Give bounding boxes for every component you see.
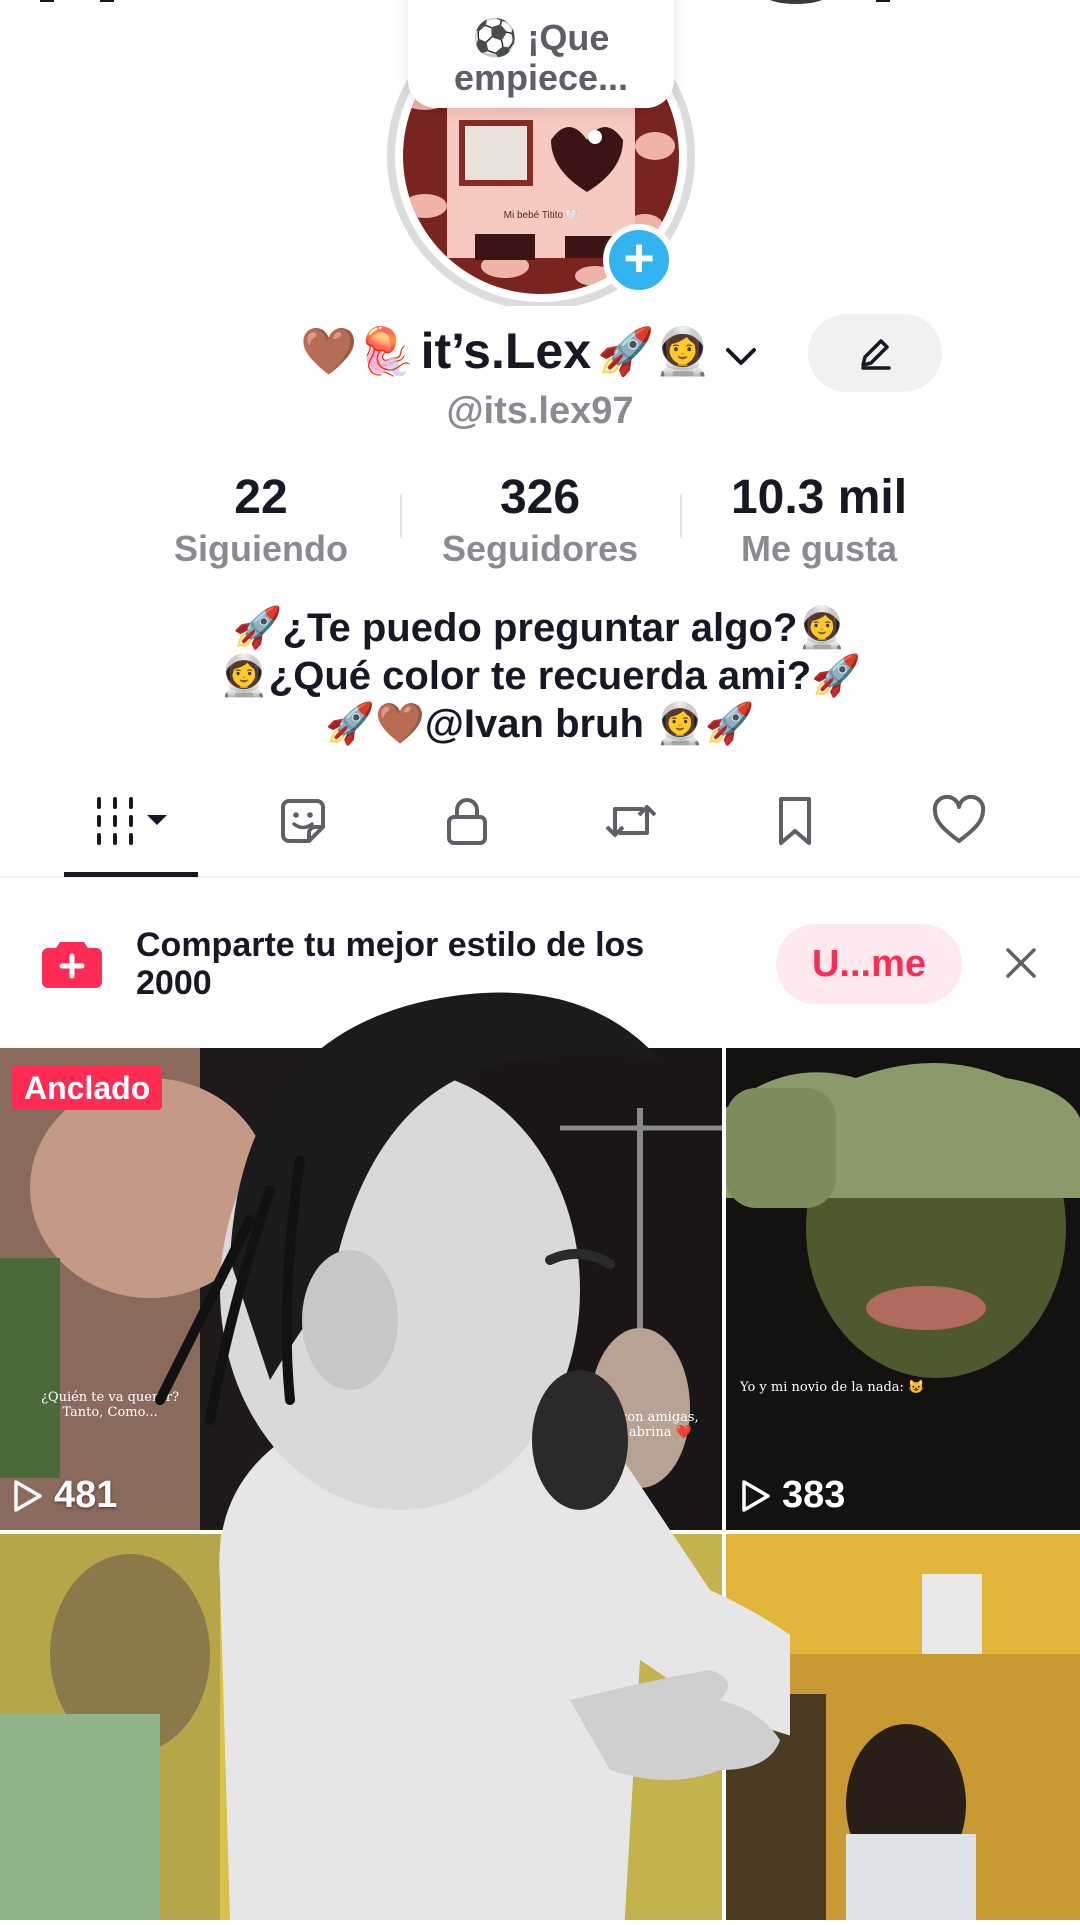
- note-text: ⚽ ¡Que empiece...: [453, 17, 629, 98]
- bookmark-icon: [779, 797, 811, 845]
- edit-profile-button[interactable]: [808, 314, 942, 392]
- pinned-badge: Anclado: [12, 1066, 163, 1110]
- top-fragment-right: [756, 0, 916, 8]
- view-count-value: 481: [54, 1474, 118, 1516]
- repost-icon: [605, 805, 657, 837]
- view-count: 481: [12, 1474, 117, 1517]
- tab-favorites[interactable]: [740, 790, 850, 852]
- play-icon: [14, 1479, 42, 1512]
- promo-action-button[interactable]: U...me: [776, 924, 962, 1004]
- add-story-button[interactable]: +: [603, 224, 675, 296]
- profile-name: it’s.Lex: [420, 323, 591, 379]
- stat-likes[interactable]: 10.3 mil Me gusta: [684, 470, 954, 570]
- note-bubble[interactable]: ⚽ ¡Que empiece...: [408, 0, 674, 108]
- followers-label: Seguidores: [441, 528, 639, 569]
- pencil-icon: [861, 339, 891, 370]
- lock-icon: [447, 798, 487, 845]
- top-fragment-left: [40, 0, 120, 8]
- following-label: Siguiendo: [174, 528, 348, 569]
- grid-icon: [97, 797, 167, 845]
- profile-name-row[interactable]: 🤎🪼 it’s.Lex 🚀👩‍🚀: [300, 316, 758, 386]
- name-emoji-prefix: 🤎🪼: [300, 323, 415, 378]
- sticker-icon: [281, 799, 325, 843]
- bio-line: 🚀¿Te puedo preguntar algo?👩‍🚀: [232, 606, 848, 650]
- view-count-value: 383: [782, 1474, 846, 1516]
- close-icon[interactable]: [998, 940, 1044, 986]
- followers-count: 326: [499, 471, 581, 524]
- plus-icon: +: [623, 228, 655, 288]
- likes-count: 10.3 mil: [730, 471, 908, 524]
- stat-followers[interactable]: 326 Seguidores: [405, 470, 675, 570]
- bio-line: 👩‍🚀¿Qué color te recuerda ami?🚀: [219, 654, 861, 698]
- add-video-icon: [40, 936, 104, 992]
- note-bubble-tail: [588, 130, 602, 144]
- profile-handle: @its.lex97: [446, 390, 634, 432]
- bio-line[interactable]: 🚀🤎@Ivan bruh 👩‍🚀🚀: [0, 700, 1080, 748]
- tab-videos[interactable]: [76, 790, 186, 852]
- tab-reposts[interactable]: [576, 790, 686, 852]
- tab-liked[interactable]: [904, 790, 1014, 852]
- heart-icon: [932, 794, 986, 843]
- avatar-caption: Mi bebé Titito 🤍: [504, 209, 579, 221]
- sticker-image: [150, 960, 880, 1925]
- active-tab-indicator: [64, 872, 198, 877]
- name-emoji-suffix: 🚀👩‍🚀: [597, 323, 712, 378]
- following-count: 22: [234, 471, 288, 524]
- tab-private[interactable]: [412, 790, 522, 852]
- profile-bio: 🚀¿Te puedo preguntar algo?👩‍🚀 👩‍🚀¿Qué co…: [0, 604, 1080, 748]
- chevron-down-icon[interactable]: [724, 322, 758, 380]
- stat-divider: [680, 494, 682, 538]
- likes-label: Me gusta: [740, 528, 898, 569]
- stat-following[interactable]: 22 Siguiendo: [126, 470, 396, 570]
- tab-stickers[interactable]: [248, 790, 358, 852]
- stat-divider: [400, 494, 402, 538]
